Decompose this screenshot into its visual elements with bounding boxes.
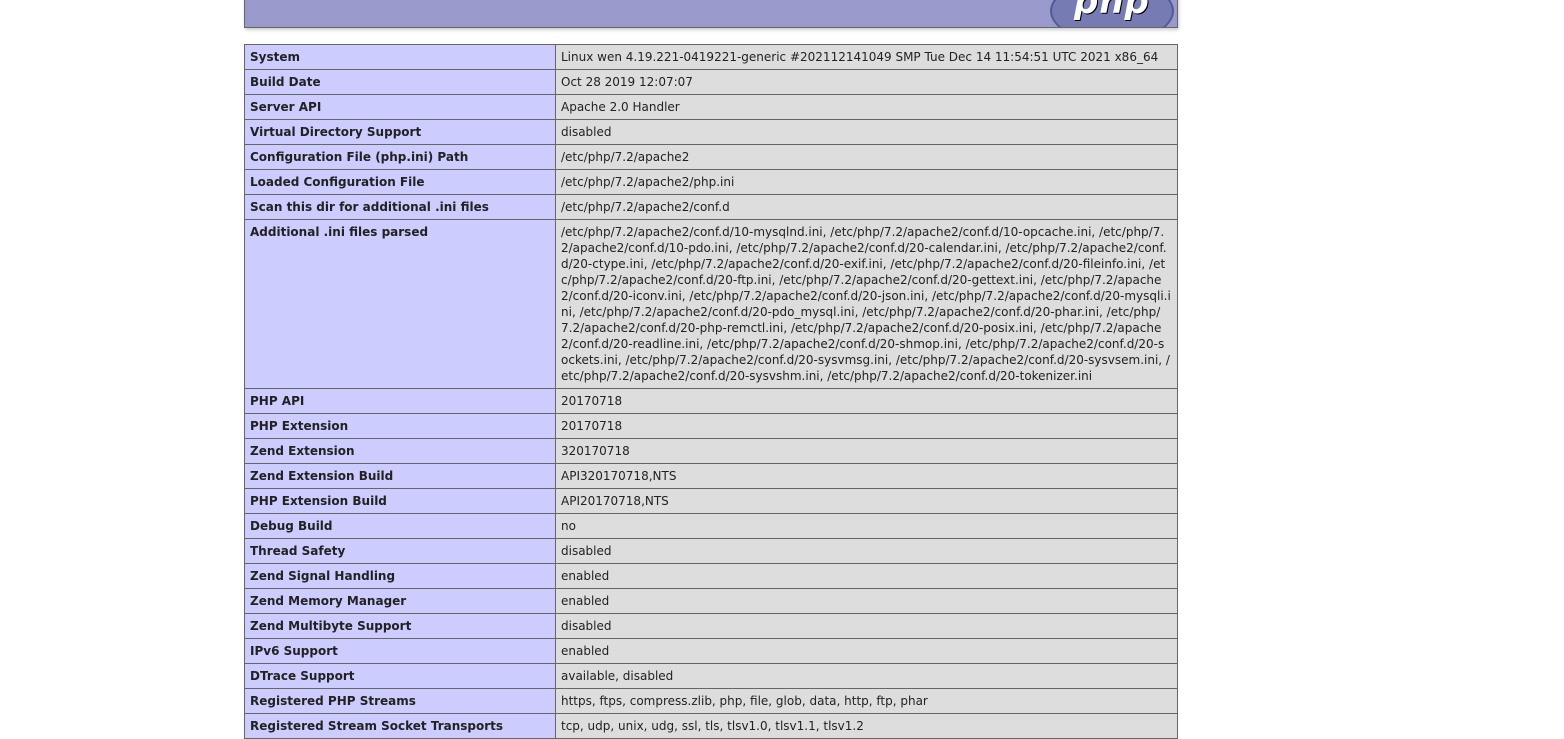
php-logo-icon[interactable]: php: [1050, 0, 1174, 27]
table-row: System Linux wen 4.19.221-0419221-generic…: [244, 44, 1178, 70]
row-value: Apache 2.0 Handler: [555, 94, 1178, 120]
row-value: API320170718,NTS: [555, 463, 1178, 489]
row-value: 320170718: [555, 438, 1178, 464]
phpinfo-page: php System Linux wen 4.19.221-0419221-gen…: [0, 0, 1564, 739]
row-key: Loaded Configuration File: [244, 169, 556, 195]
row-key: IPv6 Support: [244, 638, 556, 664]
row-key: Zend Memory Manager: [244, 588, 556, 614]
row-key: Registered Stream Socket Transports: [244, 713, 556, 739]
row-key: Zend Extension Build: [244, 463, 556, 489]
table-row: Build Date Oct 28 2019 12:07:07: [244, 69, 1178, 95]
row-value: /etc/php/7.2/apache2/php.ini: [555, 169, 1178, 195]
row-value: Linux wen 4.19.221-0419221-generic #2021…: [555, 44, 1178, 70]
php-logo-text: php: [1074, 0, 1150, 22]
row-value: enabled: [555, 563, 1178, 589]
row-key: Debug Build: [244, 513, 556, 539]
table-row: PHP Extension Build API20170718,NTS: [244, 488, 1178, 514]
row-value: no: [555, 513, 1178, 539]
row-key: Additional .ini files parsed: [244, 219, 556, 389]
row-key: PHP Extension: [244, 413, 556, 439]
table-row: Zend Extension Build API320170718,NTS: [244, 463, 1178, 489]
row-key: Configuration File (php.ini) Path: [244, 144, 556, 170]
row-value: Oct 28 2019 12:07:07: [555, 69, 1178, 95]
row-value: disabled: [555, 119, 1178, 145]
row-value: disabled: [555, 613, 1178, 639]
table-row: PHP API 20170718: [244, 388, 1178, 414]
row-key: Thread Safety: [244, 538, 556, 564]
row-value: 20170718: [555, 413, 1178, 439]
row-value: enabled: [555, 638, 1178, 664]
table-row: Zend Memory Manager enabled: [244, 588, 1178, 614]
table-row: Configuration File (php.ini) Path/etc/ph…: [244, 144, 1178, 170]
table-row: Server API Apache 2.0 Handler: [244, 94, 1178, 120]
row-key: Virtual Directory Support: [244, 119, 556, 145]
table-row: Zend Signal Handling enabled: [244, 563, 1178, 589]
row-key: Build Date: [244, 69, 556, 95]
row-key: Zend Extension: [244, 438, 556, 464]
row-key: Zend Signal Handling: [244, 563, 556, 589]
table-row: Thread Safety disabled: [244, 538, 1178, 564]
table-row: Virtual Directory Support disabled: [244, 119, 1178, 145]
row-value: disabled: [555, 538, 1178, 564]
row-key: Server API: [244, 94, 556, 120]
table-row: Debug Build no: [244, 513, 1178, 539]
table-row: Registered Stream Socket Transports tcp, …: [244, 713, 1178, 739]
table-row: Scan this dir for additional .ini files /…: [244, 194, 1178, 220]
row-value: enabled: [555, 588, 1178, 614]
row-key: PHP Extension Build: [244, 488, 556, 514]
table-row: PHP Extension 20170718: [244, 413, 1178, 439]
row-value: available, disabled: [555, 663, 1178, 689]
row-value: /etc/php/7.2/apache2/conf.d/10-mysqlnd.i…: [555, 219, 1178, 389]
row-key: Registered PHP Streams: [244, 688, 556, 714]
row-key: System: [244, 44, 556, 70]
row-key: Scan this dir for additional .ini files: [244, 194, 556, 220]
table-row: DTrace Support available, disabled: [244, 663, 1178, 689]
table-row: Zend Multibyte Support disabled: [244, 613, 1178, 639]
table-row: Registered PHP Streams https, ftps, compr…: [244, 688, 1178, 714]
table-row: Zend Extension 320170718: [244, 438, 1178, 464]
php-info-table: System Linux wen 4.19.221-0419221-generic…: [244, 44, 1178, 739]
row-value: /etc/php/7.2/apache2/conf.d: [555, 194, 1178, 220]
row-value: 20170718: [555, 388, 1178, 414]
table-row: Loaded Configuration File/etc/php/7.2/ap…: [244, 169, 1178, 195]
row-key: PHP API: [244, 388, 556, 414]
row-key: Zend Multibyte Support: [244, 613, 556, 639]
row-value: API20170718,NTS: [555, 488, 1178, 514]
table-row: IPv6 Support enabled: [244, 638, 1178, 664]
row-value: https, ftps, compress.zlib, php, file, g…: [555, 688, 1178, 714]
row-value: /etc/php/7.2/apache2: [555, 144, 1178, 170]
php-header-banner: php: [244, 0, 1178, 28]
table-row: Additional .ini files parsed/etc/php/7.2…: [244, 219, 1178, 389]
row-key: DTrace Support: [244, 663, 556, 689]
row-value: tcp, udp, unix, udg, ssl, tls, tlsv1.0, …: [555, 713, 1178, 739]
